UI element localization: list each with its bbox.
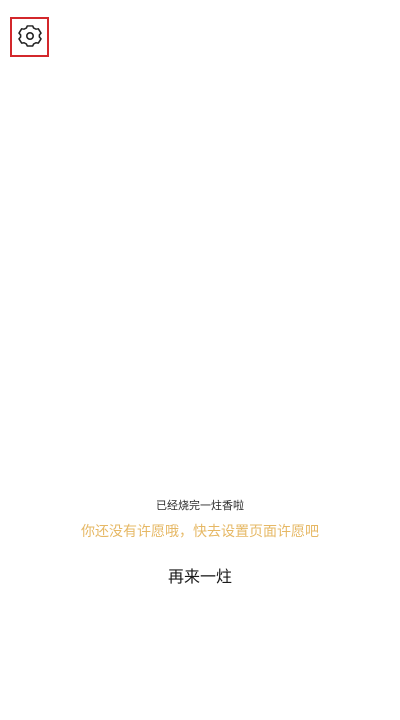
burn-again-button[interactable]: 再来一炷 <box>140 560 260 590</box>
burn-finished-text: 已经烧完一炷香啦 <box>156 499 244 512</box>
wish-hint-text: 你还没有许愿哦，快去设置页面许愿吧 <box>81 524 319 540</box>
gear-icon <box>17 25 42 49</box>
settings-button[interactable] <box>10 17 49 57</box>
